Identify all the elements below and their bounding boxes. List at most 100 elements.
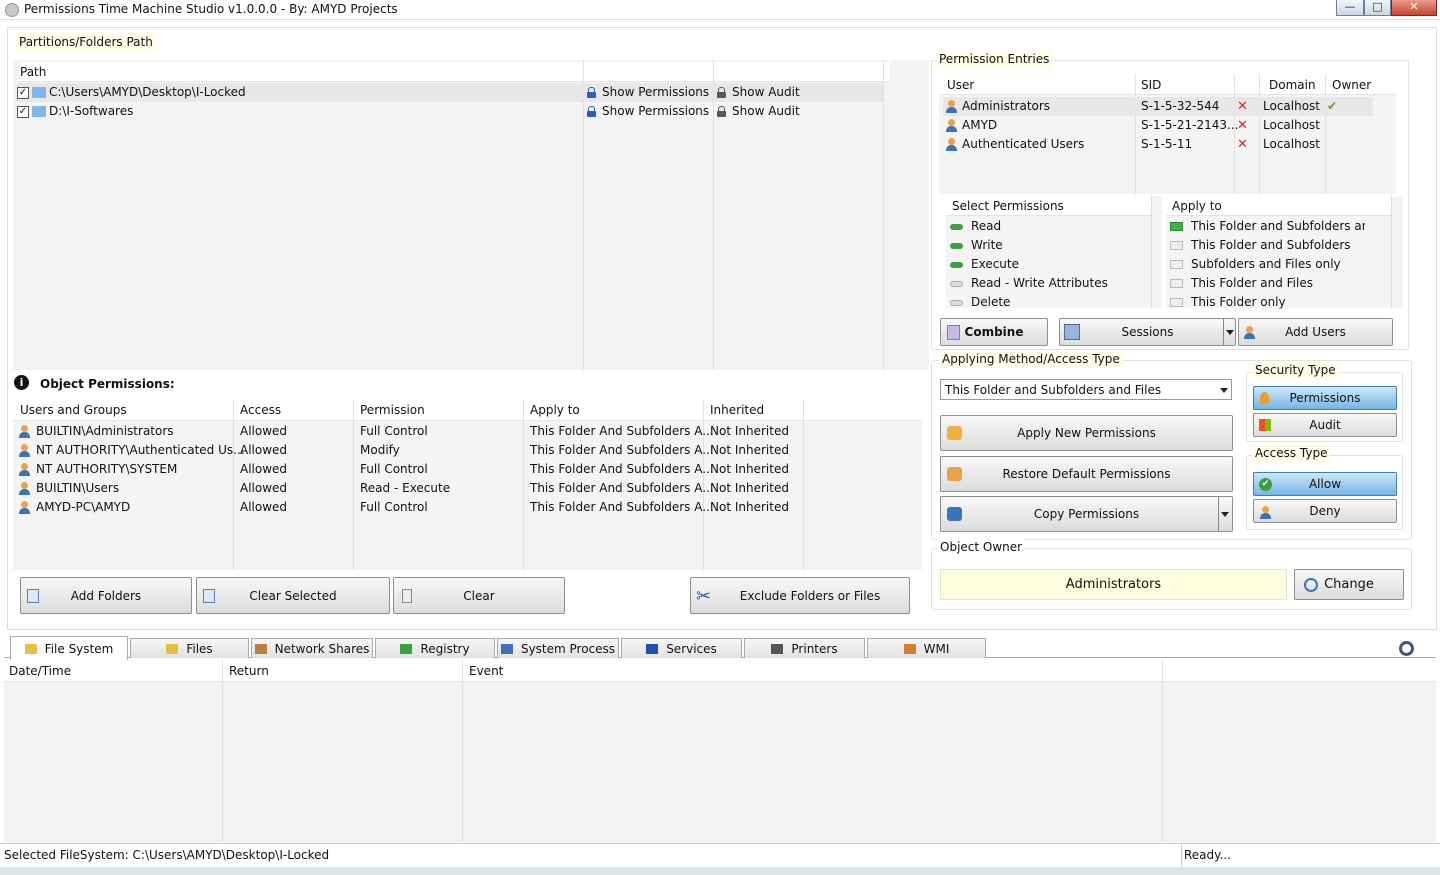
close-button[interactable]: ✕ [1391, 0, 1437, 16]
tab-label: Registry [420, 641, 470, 656]
list-item[interactable]: Write [950, 236, 1145, 255]
user-icon [19, 501, 30, 514]
entry-row[interactable]: Authenticated Users S-1-5-11 ✕ Localhost [943, 135, 1373, 154]
tab-system-process[interactable]: System Process [497, 638, 619, 658]
select-permissions-list[interactable]: Select Permissions Read Write Execute Read … [946, 196, 1162, 309]
cell-domain: Localhost [1263, 99, 1321, 113]
tab-wmi[interactable]: WMI [867, 638, 986, 658]
scrollbar[interactable] [1151, 196, 1160, 308]
tab-label: Services [666, 641, 717, 656]
table-row[interactable]: AMYD-PC\AMYD Allowed Full Control This Fold… [13, 498, 803, 517]
tab-registry[interactable]: Registry [375, 638, 495, 658]
tab-label: System Process [520, 641, 616, 656]
list-item-label: Write [971, 238, 1003, 252]
chevron-down-icon[interactable] [1221, 512, 1229, 517]
add-users-button[interactable]: Add Users [1238, 318, 1393, 346]
tab-icon [400, 643, 413, 654]
entries-table[interactable]: User SID Domain Owner Administrators S-1-… [939, 74, 1396, 194]
entry-row[interactable]: AMYD S-1-5-21-2143... ✕ Localhost [943, 116, 1373, 135]
path-checkbox[interactable]: ✓ [17, 105, 29, 118]
clear-label: Clear [463, 588, 495, 603]
tab-icon [903, 643, 916, 654]
paths-list[interactable]: Path ✓ C:\Users\AMYD\Desktop\I-Locked Sho… [13, 60, 929, 370]
exclude-button[interactable]: ✂ Exclude Folders or Files [690, 577, 910, 614]
show-audit-label: Show Audit [732, 104, 800, 118]
list-item-label: Delete [971, 295, 1011, 309]
entry-row[interactable]: Administrators S-1-5-32-544 ✕ Localhost ✔ [943, 97, 1373, 116]
apply-to-list[interactable]: Apply to This Folder and Subfolders an..… [1166, 196, 1403, 309]
tab-files[interactable]: Files [130, 638, 249, 658]
show-permissions-label: Show Permissions [602, 85, 710, 99]
window-bottom-border [0, 867, 1440, 875]
clear-selected-button[interactable]: Clear Selected [196, 577, 390, 614]
clear-button[interactable]: Clear [393, 577, 565, 614]
path-row[interactable]: ✓ D:\I-Softwares Show Permissions Show Au… [17, 102, 883, 121]
cell-user: BUILTIN\Users [36, 481, 120, 495]
show-audit-link[interactable]: Show Audit [717, 83, 800, 102]
gear-icon[interactable] [1399, 641, 1414, 656]
list-item[interactable]: This Folder only [1170, 293, 1365, 312]
path-text: D:\I-Softwares [49, 104, 134, 118]
cell-permission: Read - Execute [360, 481, 451, 495]
change-label: Change [1324, 577, 1374, 592]
minimize-button[interactable]: — [1336, 0, 1364, 16]
table-row[interactable]: NT AUTHORITY\Authenticated Us... Allowed M… [13, 441, 803, 460]
list-item[interactable]: Subfolders and Files only [1170, 255, 1365, 274]
scrollbar[interactable] [1391, 196, 1400, 308]
toggle-icon [950, 242, 963, 249]
tab-services[interactable]: Services [621, 638, 742, 658]
list-item[interactable]: This Folder and Subfolders [1170, 236, 1365, 255]
path-checkbox[interactable]: ✓ [17, 86, 29, 99]
show-permissions-link[interactable]: Show Permissions [587, 83, 709, 102]
audit-toggle[interactable]: Audit [1253, 413, 1397, 437]
show-permissions-label: Show Permissions [602, 104, 710, 118]
col-access: Access [240, 403, 282, 417]
clear-icon [402, 589, 412, 603]
change-owner-button[interactable]: Change [1294, 569, 1404, 600]
show-audit-link[interactable]: Show Audit [717, 102, 800, 121]
allow-toggle[interactable]: ✔ Allow [1253, 472, 1397, 496]
list-item[interactable]: This Folder and Subfolders an... [1170, 217, 1365, 236]
apply-new-permissions-button[interactable]: Apply New Permissions [940, 415, 1233, 451]
list-item[interactable]: Execute [950, 255, 1145, 274]
add-folders-label: Add Folders [70, 588, 142, 603]
cell-domain: Localhost [1263, 118, 1321, 132]
tab-file-system[interactable]: File System [10, 636, 128, 660]
tab-printers[interactable]: Printers [744, 638, 865, 658]
list-item[interactable]: Delete [950, 293, 1145, 312]
cell-user: Authenticated Users [962, 137, 1085, 151]
table-row[interactable]: BUILTIN\Administrators Allowed Full Contro… [13, 422, 803, 441]
user-deny-icon [1260, 505, 1275, 519]
remove-icon[interactable]: ✕ [1237, 135, 1248, 154]
chevron-down-icon [1220, 388, 1228, 393]
restore-default-button[interactable]: Restore Default Permissions [940, 456, 1233, 492]
add-folders-button[interactable]: Add Folders [20, 577, 192, 614]
combine-button[interactable]: Combine [940, 318, 1048, 346]
cell-permission: Full Control [360, 424, 428, 438]
sessions-button[interactable]: Sessions [1059, 318, 1236, 346]
apply-to-header-label: Apply to [1172, 199, 1222, 213]
toggle-icon [950, 261, 963, 268]
list-item[interactable]: Read - Write Attributes [950, 274, 1145, 293]
remove-icon[interactable]: ✕ [1237, 116, 1248, 135]
table-row[interactable]: NT AUTHORITY\SYSTEM Allowed Full Control Th… [13, 460, 803, 479]
list-item[interactable]: Read [950, 217, 1145, 236]
apply-method-dropdown[interactable]: This Folder and Subfolders and Files [940, 379, 1232, 400]
log-table[interactable]: Date/Time Return Event [4, 660, 1436, 842]
object-permissions-table[interactable]: Users and Groups Access Permission Apply… [13, 400, 922, 570]
permissions-toggle[interactable]: Permissions [1253, 386, 1397, 410]
object-owner-label: Object Owner [937, 539, 1026, 556]
path-row[interactable]: ✓ C:\Users\AMYD\Desktop\I-Locked Show Per… [17, 83, 883, 102]
deny-toggle[interactable]: Deny [1253, 499, 1397, 523]
show-permissions-link[interactable]: Show Permissions [587, 102, 709, 121]
remove-icon[interactable]: ✕ [1237, 97, 1248, 116]
copy-permissions-button[interactable]: Copy Permissions [940, 496, 1233, 532]
tab-network-shares[interactable]: Network Shares [251, 638, 373, 658]
cell-user: BUILTIN\Administrators [36, 424, 174, 438]
list-item[interactable]: This Folder and Files [1170, 274, 1365, 293]
chevron-down-icon[interactable] [1226, 330, 1234, 335]
table-row[interactable]: BUILTIN\Users Allowed Read - Execute This F… [13, 479, 803, 498]
maximize-button[interactable]: □ [1364, 0, 1391, 16]
tab-label: Files [186, 641, 213, 656]
check-circle-icon: ✔ [1259, 478, 1272, 491]
